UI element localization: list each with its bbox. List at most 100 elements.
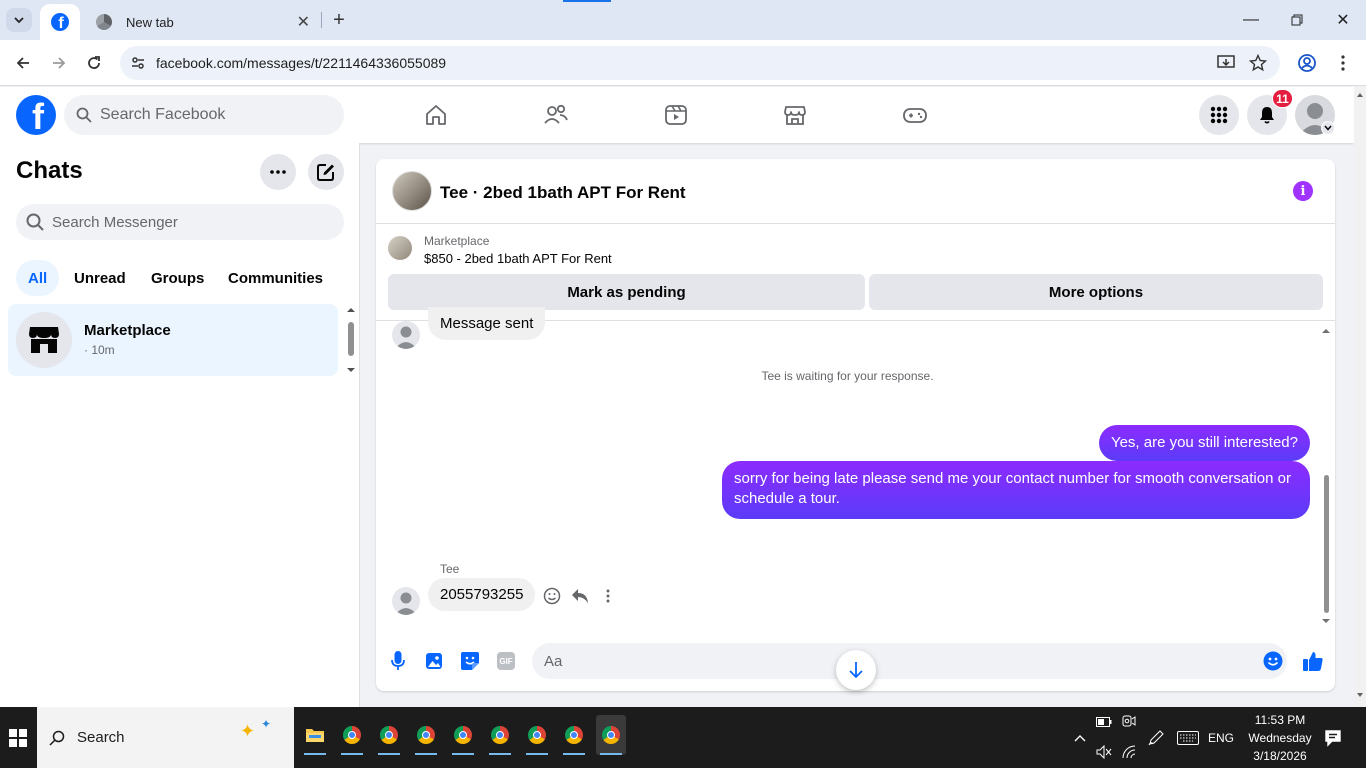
tab-accent [563, 0, 611, 2]
facebook-search-input[interactable]: Search Facebook [64, 95, 344, 135]
filter-all[interactable]: All [16, 260, 60, 296]
sidebar-scrollbar[interactable] [344, 304, 358, 376]
filter-unread[interactable]: Unread [62, 260, 138, 296]
show-hidden-icons-chevron-icon[interactable] [1070, 707, 1090, 768]
facebook-logo-icon[interactable]: f [16, 95, 56, 135]
battery-icon[interactable] [1094, 707, 1114, 737]
tab-facebook[interactable]: f [40, 4, 80, 40]
messages-scrollbar[interactable] [1319, 321, 1333, 627]
sparkle-icon: ✦ [240, 721, 256, 741]
account-chevron-icon[interactable] [1321, 121, 1335, 135]
marketplace-icon [784, 106, 806, 125]
file-explorer-icon[interactable] [300, 715, 330, 755]
messenger-search-input[interactable]: Search Messenger [16, 204, 344, 240]
listing-thumbnail[interactable] [388, 236, 412, 260]
tab-new-tab[interactable]: New tab ✕ [88, 4, 320, 40]
url-text: facebook.com/messages/t/2211464336055089 [156, 55, 447, 71]
marketplace-store-icon [29, 327, 59, 353]
facebook-search-placeholder: Search Facebook [100, 106, 226, 123]
more-options-button[interactable]: More options [869, 274, 1323, 310]
browser-toolbar: facebook.com/messages/t/2211464336055089 [0, 40, 1366, 86]
browser-menu-button[interactable] [1328, 48, 1358, 78]
system-clock[interactable]: 11:53 PM Wednesday 3/18/2026 [1240, 711, 1320, 765]
notification-center-icon[interactable] [1320, 707, 1346, 768]
new-message-button[interactable] [308, 154, 344, 190]
nav-friends[interactable] [506, 87, 606, 143]
microphone-icon[interactable] [386, 649, 410, 673]
start-button[interactable] [0, 707, 36, 768]
photo-icon[interactable] [422, 649, 446, 673]
message-input-placeholder: Aa [544, 652, 563, 670]
bell-icon [1260, 107, 1274, 124]
address-bar[interactable]: facebook.com/messages/t/2211464336055089 [120, 46, 1280, 80]
chrome-taskbar-icon[interactable] [448, 715, 478, 755]
home-icon [426, 105, 446, 125]
chrome-taskbar-icon[interactable] [337, 715, 367, 755]
info-icon[interactable]: i [1293, 181, 1313, 201]
conversation-title[interactable]: Tee · 2bed 1bath APT For Rent [440, 183, 686, 203]
chats-options-button[interactable] [260, 154, 296, 190]
emoji-icon[interactable] [1261, 649, 1285, 673]
chrome-taskbar-icon[interactable] [522, 715, 552, 755]
camera-icon[interactable] [1119, 707, 1139, 737]
chrome-taskbar-icon[interactable] [485, 715, 515, 755]
message-bubble-incoming[interactable]: Message sent [428, 307, 546, 340]
status-message: Tee is waiting for your response. [761, 369, 934, 383]
filter-communities[interactable]: Communities [216, 260, 335, 296]
message-input[interactable]: Aa [532, 643, 1287, 679]
mark-as-pending-button[interactable]: Mark as pending [388, 274, 865, 310]
install-app-icon[interactable] [1210, 46, 1242, 80]
input-language[interactable]: ENG [1206, 707, 1236, 768]
scroll-to-bottom-button[interactable] [836, 650, 876, 690]
more-actions-icon[interactable] [597, 585, 619, 607]
conversation-avatar[interactable] [392, 171, 432, 211]
menu-button[interactable] [1199, 95, 1239, 135]
restore-button[interactable] [1274, 6, 1320, 34]
messenger-search-placeholder: Search Messenger [52, 213, 178, 231]
chrome-taskbar-icon[interactable] [411, 715, 441, 755]
tab-search-button[interactable] [6, 8, 32, 32]
reload-button[interactable] [79, 48, 109, 78]
nav-home[interactable] [386, 87, 486, 143]
message-bubble-incoming[interactable]: 2055793255 [428, 578, 536, 611]
pen-icon[interactable] [1146, 707, 1166, 768]
new-tab-button[interactable]: + [328, 8, 350, 32]
taskbar-search-box[interactable]: Search ✦ ✦ [37, 707, 294, 768]
conversation-panel: Tee · 2bed 1bath APT For Rent i Marketpl… [376, 159, 1335, 691]
back-button[interactable] [8, 48, 38, 78]
minimize-button[interactable]: — [1228, 6, 1274, 34]
sticker-icon[interactable] [458, 649, 482, 673]
forward-button[interactable] [44, 48, 74, 78]
react-icon[interactable] [541, 585, 563, 607]
close-tab-icon[interactable]: ✕ [297, 12, 310, 32]
filter-groups[interactable]: Groups [139, 260, 216, 296]
chrome-taskbar-icon-active[interactable] [596, 715, 626, 755]
more-horizontal-icon [270, 170, 286, 174]
forward-arrow-icon [53, 57, 66, 69]
browser-tab-bar: f New tab ✕ + — ✕ [0, 0, 1366, 40]
profile-menu-button[interactable] [1292, 48, 1322, 78]
windows-logo-icon [9, 728, 27, 747]
default-avatar-icon [395, 592, 417, 615]
listing-title[interactable]: $850 - 2bed 1bath APT For Rent [424, 251, 612, 266]
message-bubble-outgoing[interactable]: sorry for being late please send me your… [722, 461, 1310, 519]
like-thumb-icon[interactable] [1301, 649, 1325, 673]
page-scrollbar[interactable] [1354, 87, 1366, 707]
close-window-button[interactable]: ✕ [1320, 6, 1366, 34]
nav-marketplace[interactable] [745, 87, 845, 143]
site-info-icon[interactable] [120, 55, 156, 71]
wifi-icon[interactable] [1119, 737, 1139, 767]
bookmark-star-icon[interactable] [1242, 46, 1274, 80]
gif-icon[interactable]: GIF [494, 649, 518, 673]
facebook-favicon-icon: f [51, 13, 69, 31]
nav-gaming[interactable] [865, 87, 965, 143]
kebab-menu-icon [1341, 55, 1345, 71]
reply-icon[interactable] [569, 585, 591, 607]
chrome-taskbar-icon[interactable] [559, 715, 589, 755]
mute-volume-icon[interactable] [1094, 737, 1114, 767]
nav-video[interactable] [626, 87, 726, 143]
message-bubble-outgoing[interactable]: Yes, are you still interested? [1098, 425, 1310, 461]
chrome-taskbar-icon[interactable] [374, 715, 404, 755]
chat-list-item[interactable]: Marketplace · 10m [8, 304, 338, 376]
keyboard-icon[interactable] [1175, 707, 1201, 768]
